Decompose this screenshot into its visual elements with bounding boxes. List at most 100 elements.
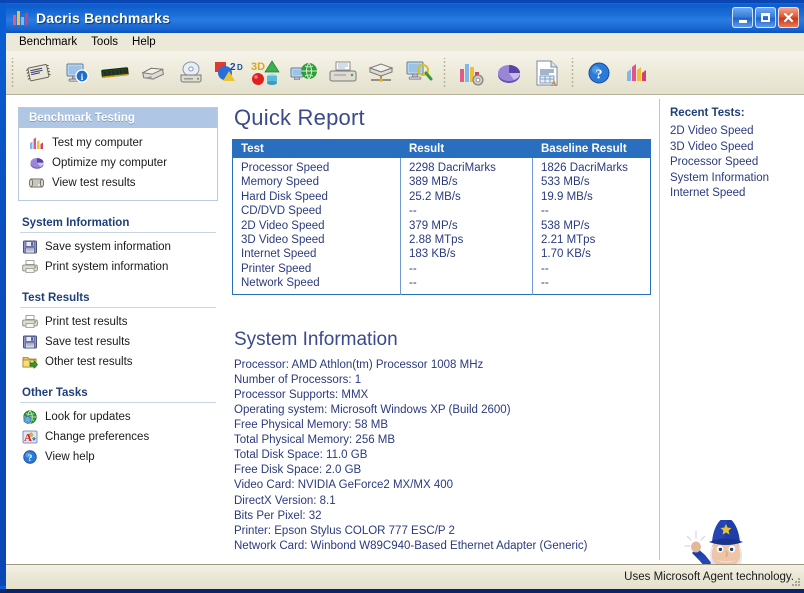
- sysinfo-line: Processor Supports: MMX: [234, 388, 369, 401]
- sidebar-item-label: Save test results: [45, 336, 131, 348]
- table-row[interactable]: Hard Disk Speed 25.2 MB/s 19.9 MB/s: [232, 189, 651, 205]
- column-header-baseline-result: Baseline Result: [532, 139, 651, 158]
- floppy-save-icon: [22, 334, 38, 350]
- maximize-button[interactable]: [755, 7, 776, 28]
- optimize-tool[interactable]: [490, 55, 528, 91]
- panel-divider: [659, 99, 660, 560]
- cell-test: Memory Speed: [232, 175, 401, 190]
- cell-test: 2D Video Speed: [232, 218, 401, 234]
- report-tool[interactable]: A: [528, 55, 566, 91]
- table-row[interactable]: CD/DVD Speed -- --: [232, 204, 651, 219]
- sysinfo-line: Bits Per Pixel: 32: [234, 509, 322, 522]
- sidebar-item-label: Print system information: [45, 261, 169, 273]
- recent-test-item[interactable]: Internet Speed: [670, 186, 800, 202]
- sidebar-view-help[interactable]: ? View help: [18, 447, 218, 467]
- hard-disk-icon: [141, 67, 165, 80]
- recent-test-item[interactable]: 2D Video Speed: [670, 124, 800, 140]
- printer-icon: [22, 314, 38, 330]
- preferences-icon: A: [22, 429, 38, 445]
- cell-result: 2.88 MTps: [400, 233, 533, 248]
- internet-speed-tool[interactable]: [286, 55, 324, 91]
- menu-help[interactable]: Help: [125, 35, 163, 49]
- bar-chart-gear-icon: [460, 63, 484, 85]
- menu-tools[interactable]: Tools: [84, 35, 125, 49]
- recent-test-item[interactable]: Processor Speed: [670, 155, 800, 171]
- table-row[interactable]: 2D Video Speed 379 MP/s 538 MP/s: [232, 218, 651, 234]
- bar-chart-icon: [29, 135, 45, 151]
- network-hub-icon: [368, 62, 394, 82]
- sidebar-item-label: Print test results: [45, 316, 128, 328]
- sidebar-save-system-information[interactable]: Save system information: [18, 237, 218, 257]
- question-mark-icon: ?: [588, 62, 610, 83]
- section-title: Test Results: [22, 292, 90, 304]
- about-tool[interactable]: [618, 55, 656, 91]
- sysinfo-line: Number of Processors: 1: [234, 373, 362, 386]
- section-test-results: Test Results Print test results Save tes…: [18, 290, 218, 372]
- close-button[interactable]: [778, 7, 799, 28]
- sysinfo-line: Video Card: NVIDIA GeForce2 MX/MX 400: [234, 479, 454, 492]
- globe-network-icon: [290, 62, 317, 80]
- resize-grip[interactable]: [788, 574, 802, 588]
- table-row[interactable]: 3D Video Speed 2.88 MTps 2.21 MTps: [232, 233, 651, 248]
- sidebar-look-for-updates[interactable]: Look for updates: [18, 407, 218, 427]
- cell-baseline: --: [541, 205, 549, 218]
- cell-test: Hard Disk Speed: [232, 189, 401, 205]
- cell-baseline: 1.70 KB/s: [541, 248, 591, 261]
- processor-speed-tool[interactable]: [20, 55, 58, 91]
- section-other-tasks: Other Tasks Look for updates A Change pr…: [18, 385, 218, 467]
- sidebar-view-test-results[interactable]: View test results: [25, 173, 211, 193]
- sidebar-save-test-results[interactable]: Save test results: [18, 332, 218, 352]
- sidebar-test-my-computer[interactable]: Test my computer: [25, 133, 211, 153]
- 3d-video-speed-tool[interactable]: 3D: [248, 55, 286, 91]
- quick-report-heading: Quick Report: [234, 105, 365, 130]
- table-row[interactable]: Network Speed -- --: [232, 276, 651, 295]
- 2d-video-speed-tool[interactable]: 2 D: [210, 55, 248, 91]
- toolbar-grip[interactable]: [9, 57, 16, 88]
- cddvd-speed-tool[interactable]: [172, 55, 210, 91]
- sidebar-item-label: Other test results: [45, 356, 133, 368]
- table-row[interactable]: Internet Speed 183 KB/s 1.70 KB/s: [232, 247, 651, 262]
- sidebar-item-label: Save system information: [45, 241, 171, 253]
- network-speed-tool[interactable]: [362, 55, 400, 91]
- cell-test: Network Speed: [232, 276, 401, 295]
- floppy-save-icon: [22, 239, 38, 255]
- table-row[interactable]: Processor Speed 2298 DacriMarks 1826 Dac…: [232, 158, 651, 176]
- quick-report-table: Test Result Baseline Result Processor Sp…: [232, 139, 651, 295]
- hard-disk-speed-tool[interactable]: [134, 55, 172, 91]
- client-area: Benchmark Testing Test my computer Optim…: [6, 95, 804, 564]
- main-content: Quick Report Test Result Baseline Result…: [232, 105, 651, 554]
- section-title: System Information: [22, 217, 130, 229]
- column-header-result: Result: [400, 139, 533, 158]
- recent-test-item[interactable]: System Information: [670, 171, 800, 187]
- system-information-list: Processor: AMD Athlon(tm) Processor 1008…: [234, 358, 650, 554]
- sidebar-optimize-my-computer[interactable]: Optimize my computer: [25, 153, 211, 173]
- sysinfo-line: Free Disk Space: 2.0 GB: [234, 464, 362, 477]
- sidebar-print-test-results[interactable]: Print test results: [18, 312, 218, 332]
- merlin-wizard-character[interactable]: [666, 516, 786, 564]
- table-row[interactable]: Memory Speed 389 MB/s 533 MB/s: [232, 175, 651, 190]
- svg-text:?: ?: [28, 454, 33, 464]
- sysinfo-line: DirectX Version: 8.1: [234, 494, 336, 507]
- title-bar[interactable]: Dacris Benchmarks: [6, 3, 804, 33]
- sidebar-other-test-results[interactable]: Other test results: [18, 352, 218, 372]
- table-row[interactable]: Printer Speed -- --: [232, 261, 651, 277]
- window-controls: [732, 7, 799, 28]
- folder-export-icon: [22, 354, 38, 370]
- sidebar-print-system-information[interactable]: Print system information: [18, 257, 218, 277]
- view-results-tool[interactable]: [400, 55, 438, 91]
- cell-baseline: --: [541, 277, 549, 290]
- pie-chart-icon: [29, 155, 45, 171]
- minimize-button[interactable]: [732, 7, 753, 28]
- question-mark-icon: ?: [22, 449, 38, 465]
- menu-benchmark[interactable]: Benchmark: [12, 35, 84, 49]
- svg-text:A: A: [551, 79, 557, 87]
- recent-test-item[interactable]: 3D Video Speed: [670, 140, 800, 156]
- test-my-computer-tool[interactable]: [452, 55, 490, 91]
- help-tool[interactable]: ?: [580, 55, 618, 91]
- sidebar-change-preferences[interactable]: A Change preferences: [18, 427, 218, 447]
- section-divider: [20, 232, 216, 233]
- toolbar-separator-1: [441, 57, 448, 88]
- printer-speed-tool[interactable]: [324, 55, 362, 91]
- memory-speed-tool[interactable]: [96, 55, 134, 91]
- system-information-tool[interactable]: i: [58, 55, 96, 91]
